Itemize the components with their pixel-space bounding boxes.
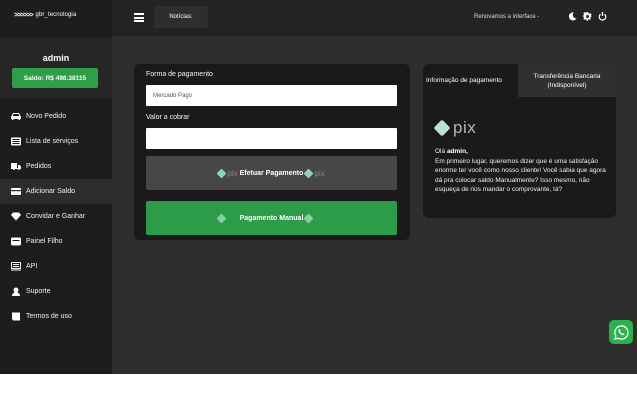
sidebar-item-label: Convidar e Ganhar: [26, 213, 86, 220]
app-window: >>>>>> gbr_tecnologia admin Saldo: R$ 49…: [0, 0, 637, 374]
sidebar-item-novo-pedido[interactable]: Novo Pedido: [0, 104, 112, 129]
greeting-prefix: Olá: [435, 148, 446, 155]
gear-icon[interactable]: [583, 11, 592, 21]
info-card: Informação de pagamento Transferência Ba…: [423, 64, 616, 218]
sidebar-item-label: Termos de uso: [26, 313, 72, 320]
car-icon: [10, 112, 21, 121]
power-icon[interactable]: [598, 11, 607, 21]
moon-icon[interactable]: [568, 11, 577, 21]
pix-payment-label: Efetuar Pagamento: [239, 169, 304, 177]
balance-button[interactable]: Saldo: R$ 498.38115: [12, 68, 98, 88]
sidebar-item-painel-filho[interactable]: Painel Filho: [0, 229, 112, 254]
sidebar-item-api[interactable]: API: [0, 254, 112, 279]
sidebar-item-adicionar-saldo[interactable]: Adicionar Saldo: [0, 179, 112, 204]
pix-logo: pix: [433, 118, 477, 138]
payment-card: Forma de pagamento Mercado Pago Valor a …: [134, 64, 410, 240]
panel-icon: [10, 237, 21, 246]
brand-logo[interactable]: >>>>>> gbr_tecnologia: [0, 0, 112, 30]
info-message: Em primeiro lugar, queremos dizer que é …: [435, 158, 606, 194]
amount-label: Valor a cobrar: [146, 114, 190, 121]
sidebar: >>>>>> gbr_tecnologia admin Saldo: R$ 49…: [0, 0, 112, 374]
tab-bank-transfer[interactable]: Transferência Bancaria (Indisponível): [518, 64, 616, 97]
support-icon: [10, 287, 21, 296]
pix-logo-word: pix: [453, 118, 477, 137]
sidebar-item-suporte[interactable]: Suporte: [0, 279, 112, 304]
whatsapp-icon: [613, 324, 629, 340]
brand-arrows: >>>>>>: [14, 11, 34, 19]
pix-diamond-icon: [433, 119, 451, 137]
manual-payment-label: Pagamento Manual: [239, 214, 304, 222]
wallet-icon: [10, 187, 21, 196]
whatsapp-button[interactable]: [609, 320, 633, 344]
truck-icon: [10, 162, 21, 171]
sidebar-item-lista-servicos[interactable]: Lista de serviços: [0, 129, 112, 154]
book-icon: [10, 312, 21, 321]
topbar: Notícias: Renovamos a interface -: [112, 0, 637, 36]
payment-method-label: Forma de pagamento: [146, 71, 213, 78]
amount-input[interactable]: [146, 128, 397, 149]
payment-method-select[interactable]: Mercado Pago: [146, 85, 397, 106]
menu-toggle-icon[interactable]: [134, 13, 144, 22]
sidebar-item-pedidos[interactable]: Pedidos: [0, 154, 112, 179]
pix-logo-icon: pix: [303, 213, 325, 223]
topbar-actions: [568, 11, 607, 21]
sidebar-item-label: Suporte: [26, 288, 51, 295]
sidebar-item-label: Lista de serviços: [26, 138, 79, 145]
brand-name: gbr_tecnologia: [35, 12, 77, 18]
greeting-name: admin,: [446, 148, 468, 155]
pix-logo-icon: pix: [216, 213, 238, 223]
pix-logo-icon: pix: [216, 168, 238, 178]
tab-payment-info[interactable]: Informação de pagamento: [423, 64, 518, 97]
sidebar-item-label: API: [26, 263, 38, 270]
news-marquee: Renovamos a interface -: [474, 14, 540, 20]
sidebar-item-label: Novo Pedido: [26, 113, 67, 120]
sidebar-item-termos[interactable]: Termos de uso: [0, 304, 112, 329]
username: admin: [42, 53, 70, 63]
sidebar-item-label: Pedidos: [26, 163, 52, 170]
list-icon: [10, 137, 21, 146]
sidebar-item-label: Painel Filho: [26, 238, 63, 245]
greeting: Olá admin,: [435, 148, 468, 155]
keyboard-icon: [10, 262, 21, 271]
diamond-icon: [10, 212, 21, 221]
sidebar-nav: Novo Pedido Lista de serviços Pedidos Ad…: [0, 104, 112, 329]
sidebar-item-convidar[interactable]: Convidar e Ganhar: [0, 204, 112, 229]
manual-payment-button[interactable]: pix Pagamento Manual pix: [146, 201, 397, 235]
sidebar-item-label: Adicionar Saldo: [26, 188, 76, 195]
news-label: Notícias:: [154, 6, 208, 28]
pix-payment-button[interactable]: pix Efetuar Pagamento pix: [146, 156, 397, 190]
pix-logo-icon: pix: [303, 168, 325, 178]
